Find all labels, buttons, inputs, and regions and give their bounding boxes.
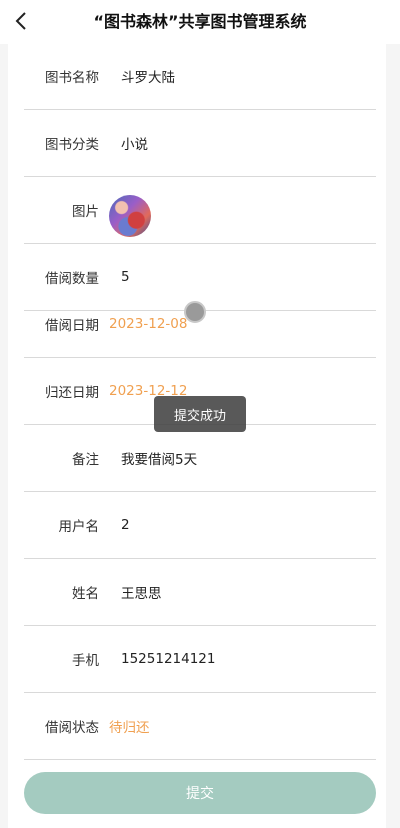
row-book-category: 图书分类 小说 (24, 110, 376, 177)
borrow-date-label: 借阅日期 (45, 318, 99, 334)
remark-value[interactable]: 我要借阅5天 (121, 425, 197, 491)
book-name-value[interactable]: 斗罗大陆 (121, 43, 175, 109)
image-label: 图片 (72, 204, 99, 220)
borrow-date-value[interactable]: 2023-12-08 (109, 291, 187, 357)
username-label: 用户名 (58, 519, 100, 535)
toast-message: 提交成功 (154, 396, 246, 432)
row-username: 用户名 2 (24, 492, 376, 559)
book-category-label: 图书分类 (45, 137, 99, 153)
remark-label: 备注 (72, 452, 99, 468)
phone-value[interactable]: 15251214121 (121, 626, 215, 692)
borrow-status-label: 借阅状态 (45, 720, 99, 736)
return-date-label: 归还日期 (45, 385, 99, 401)
book-cover-image[interactable] (109, 195, 151, 237)
row-image: 图片 (24, 177, 376, 244)
row-borrow-status: 借阅状态 待归还 (24, 693, 376, 760)
touch-indicator (184, 301, 206, 323)
header: “图书森林”共享图书管理系统 (0, 0, 400, 44)
name-value[interactable]: 王思思 (121, 559, 162, 625)
form-card: 图书名称 斗罗大陆 图书分类 小说 图片 借阅数量 5 借阅日期 2023-12… (8, 44, 386, 828)
book-name-label: 图书名称 (45, 70, 99, 86)
book-category-value[interactable]: 小说 (121, 110, 148, 176)
row-remark: 备注 我要借阅5天 (24, 425, 376, 492)
username-value[interactable]: 2 (121, 492, 130, 558)
name-label: 姓名 (72, 586, 99, 602)
row-borrow-date: 借阅日期 2023-12-08 (24, 291, 376, 358)
row-name: 姓名 王思思 (24, 559, 376, 626)
submit-button[interactable]: 提交 (24, 772, 376, 814)
borrow-status-value[interactable]: 待归还 (109, 693, 150, 759)
phone-label: 手机 (72, 653, 99, 669)
row-book-name: 图书名称 斗罗大陆 (24, 43, 376, 110)
page-title: “图书森林”共享图书管理系统 (93, 12, 307, 31)
row-phone: 手机 15251214121 (24, 626, 376, 693)
